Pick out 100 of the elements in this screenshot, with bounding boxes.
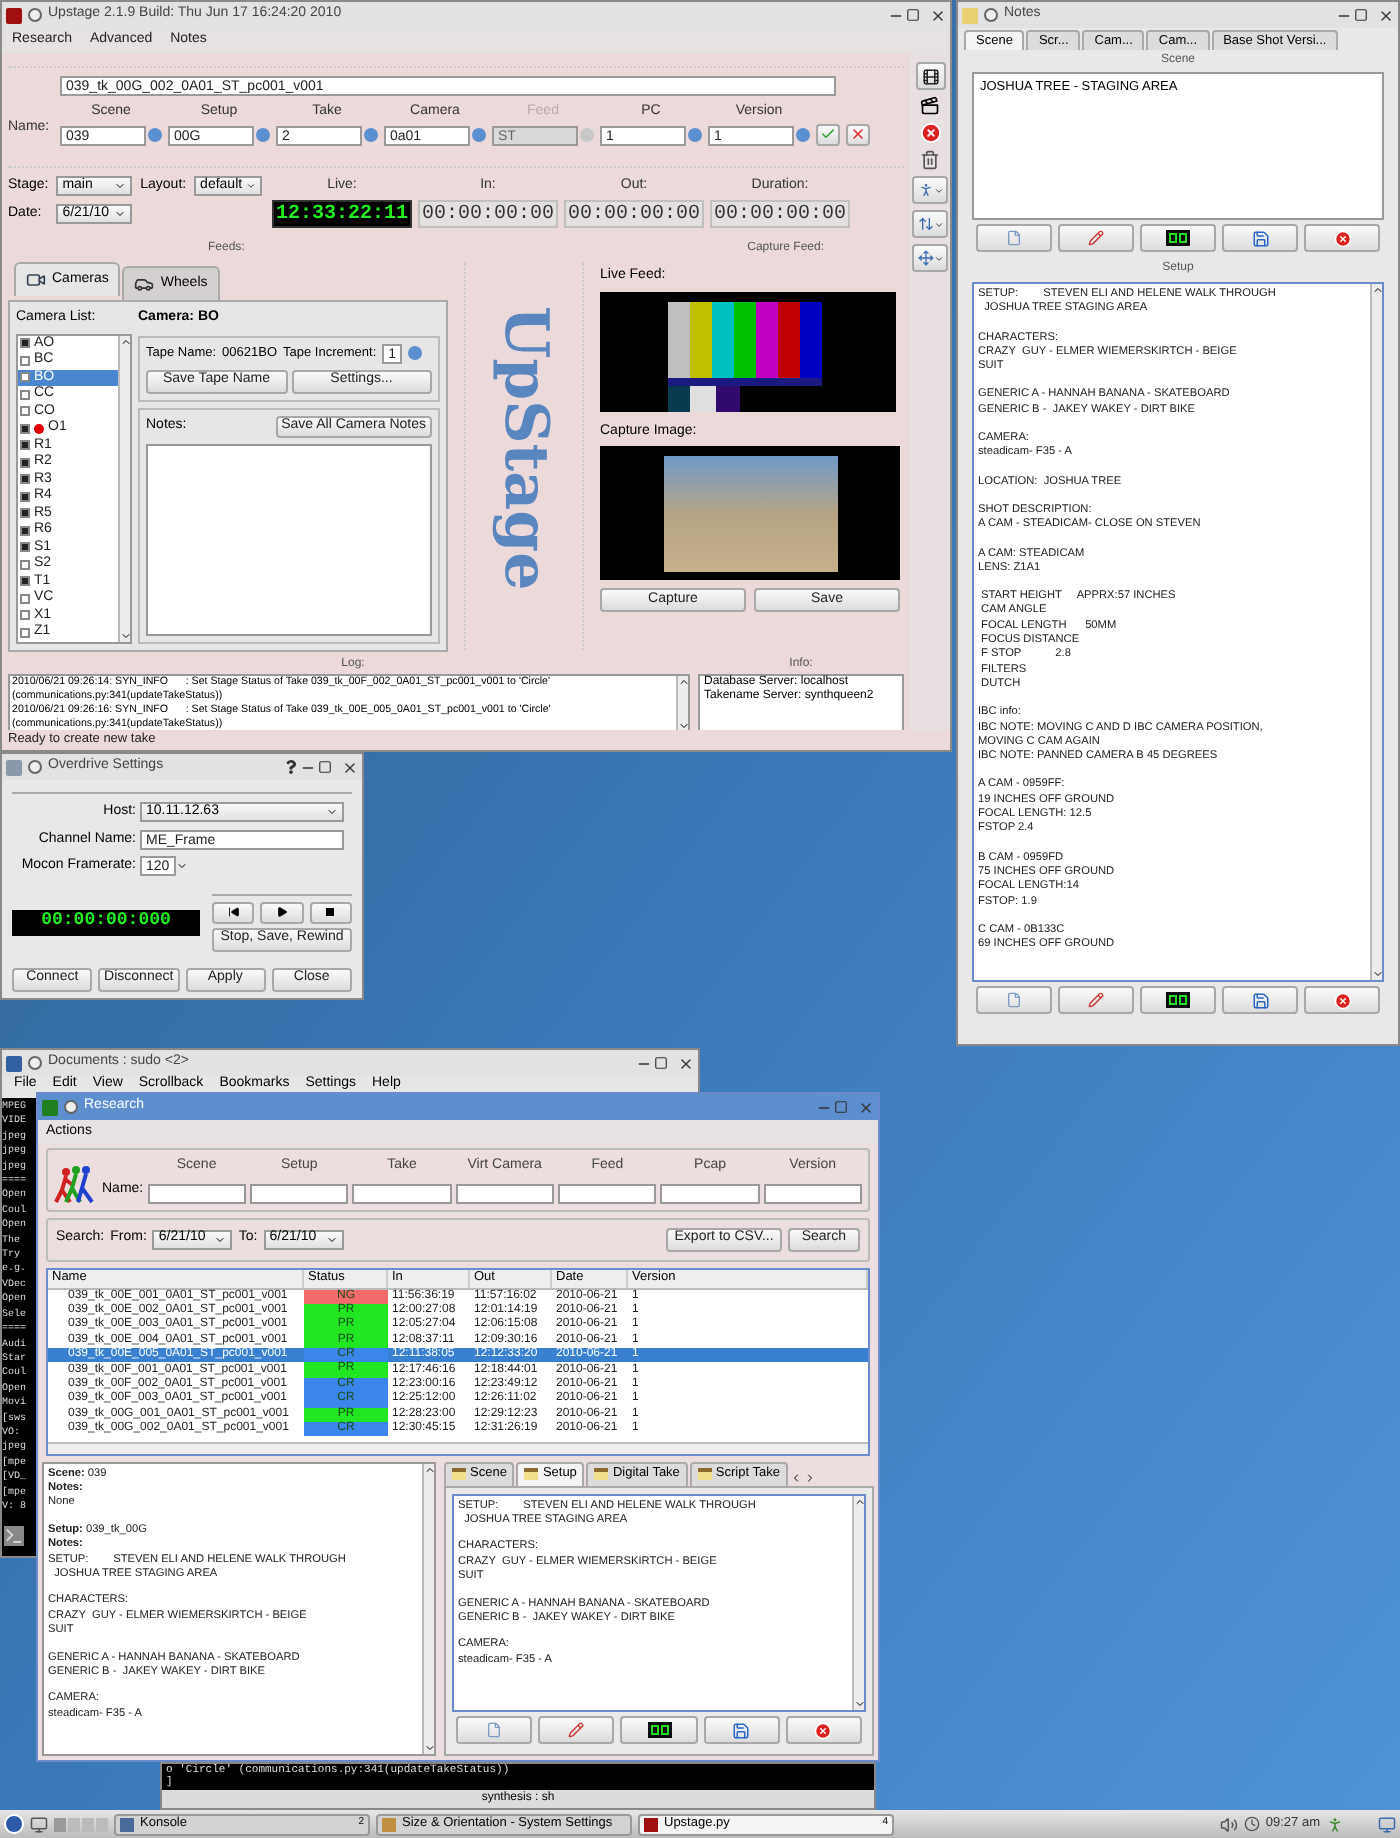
checkbox[interactable] xyxy=(20,355,30,366)
desktop-icon[interactable] xyxy=(30,1815,48,1833)
checkbox[interactable] xyxy=(20,593,30,604)
scroll-down-icon[interactable] xyxy=(678,720,690,732)
scroll-down-icon[interactable] xyxy=(120,629,132,641)
delete-icon[interactable] xyxy=(919,122,941,144)
checkbox[interactable] xyxy=(20,491,30,502)
spin-icon[interactable] xyxy=(688,128,702,142)
delete-button[interactable] xyxy=(785,1716,863,1744)
spin-icon[interactable] xyxy=(472,128,486,142)
close-icon[interactable] xyxy=(930,7,946,23)
cancel-button[interactable] xyxy=(846,123,870,145)
start-menu-icon[interactable] xyxy=(4,1814,24,1834)
help-icon[interactable] xyxy=(284,760,298,774)
confirm-button[interactable] xyxy=(816,123,840,145)
checkbox[interactable] xyxy=(20,389,30,400)
scrollbar[interactable] xyxy=(1370,284,1382,980)
volume-icon[interactable] xyxy=(1219,1815,1238,1833)
input-field[interactable] xyxy=(352,1183,452,1203)
edit-button[interactable] xyxy=(538,1716,615,1744)
spin-icon[interactable] xyxy=(796,128,810,142)
input-field[interactable] xyxy=(558,1183,657,1203)
pencil-icon xyxy=(568,1722,585,1738)
checkbox[interactable] xyxy=(20,457,30,468)
checkbox[interactable] xyxy=(20,559,30,570)
scroll-right-icon[interactable] xyxy=(803,1469,816,1485)
checkbox[interactable] xyxy=(20,610,30,621)
scroll-up-icon[interactable] xyxy=(424,1463,436,1475)
checkbox[interactable] xyxy=(20,508,30,519)
scrollbar[interactable] xyxy=(676,676,688,732)
rewind-icon xyxy=(227,906,240,918)
save-button[interactable] xyxy=(703,1716,780,1744)
checkbox[interactable] xyxy=(20,372,30,383)
checkbox[interactable] xyxy=(20,406,30,417)
caret-icon xyxy=(246,179,257,192)
terminal-icon[interactable] xyxy=(4,1526,24,1547)
scroll-up-icon[interactable] xyxy=(854,1495,866,1507)
checkbox[interactable] xyxy=(20,525,30,536)
scroll-left-icon[interactable] xyxy=(789,1469,802,1485)
tool-button[interactable] xyxy=(915,62,945,90)
delete-button[interactable] xyxy=(1304,224,1380,252)
clapper-icon[interactable] xyxy=(920,96,940,116)
spin-icon[interactable] xyxy=(256,128,270,142)
maximize-icon[interactable] xyxy=(906,8,920,22)
spin-icon[interactable] xyxy=(148,128,162,142)
scroll-down-icon[interactable] xyxy=(1372,968,1382,980)
spin-icon[interactable] xyxy=(408,346,423,360)
new-note-button[interactable] xyxy=(976,986,1052,1014)
notes-text-area[interactable] xyxy=(146,443,432,635)
scroll-up-icon[interactable] xyxy=(120,335,132,347)
trash-icon[interactable] xyxy=(920,150,940,170)
close-icon[interactable] xyxy=(678,1055,694,1071)
scroll-down-icon[interactable] xyxy=(424,1742,436,1754)
timecode-button[interactable] xyxy=(1140,986,1216,1014)
rewind-button[interactable] xyxy=(212,901,255,923)
horizontal-scrollbar[interactable] xyxy=(48,1441,868,1453)
save-button[interactable] xyxy=(1222,224,1298,252)
input-field[interactable] xyxy=(249,1183,349,1203)
play-button[interactable] xyxy=(260,901,304,923)
delete-button[interactable] xyxy=(1304,986,1380,1014)
input-field[interactable] xyxy=(763,1183,863,1203)
scrollbar[interactable] xyxy=(422,1463,434,1754)
timecode-button[interactable] xyxy=(620,1716,698,1744)
edit-button[interactable] xyxy=(1058,224,1134,252)
checkbox[interactable] xyxy=(20,474,30,485)
figure-icon[interactable] xyxy=(1326,1815,1344,1833)
close-icon[interactable] xyxy=(1378,7,1394,23)
setup-text-area[interactable] xyxy=(972,282,1384,982)
input-field[interactable] xyxy=(455,1183,554,1203)
input-field[interactable] xyxy=(660,1183,760,1203)
scrollbar[interactable] xyxy=(852,1495,864,1710)
spin-icon[interactable] xyxy=(176,860,188,873)
scroll-up-icon[interactable] xyxy=(678,676,690,688)
new-note-button[interactable] xyxy=(976,224,1052,252)
close-icon[interactable] xyxy=(342,759,358,775)
checkbox[interactable] xyxy=(20,542,30,553)
note-text-area[interactable] xyxy=(452,1493,866,1712)
checkbox[interactable] xyxy=(20,627,30,638)
checkbox[interactable] xyxy=(20,440,30,451)
maximize-icon[interactable] xyxy=(654,1056,668,1070)
stop-button[interactable] xyxy=(309,901,352,923)
new-note-button[interactable] xyxy=(456,1716,533,1744)
checkbox[interactable] xyxy=(20,423,30,434)
logo-text: UpStage xyxy=(494,306,554,591)
save-button[interactable] xyxy=(1222,986,1298,1014)
scroll-up-icon[interactable] xyxy=(1372,284,1382,296)
timecode-display-icon xyxy=(647,1722,671,1738)
scroll-down-icon[interactable] xyxy=(854,1698,866,1710)
scrollbar[interactable] xyxy=(118,335,130,641)
maximize-icon[interactable] xyxy=(1354,8,1368,22)
screen-icon[interactable] xyxy=(1378,1815,1396,1833)
input-field[interactable] xyxy=(147,1183,246,1203)
timecode-button[interactable] xyxy=(1140,224,1216,252)
maximize-icon[interactable] xyxy=(834,1100,848,1114)
checkbox[interactable] xyxy=(20,338,30,349)
maximize-icon[interactable] xyxy=(318,760,332,774)
checkbox[interactable] xyxy=(20,576,30,587)
app-icon xyxy=(6,7,22,23)
edit-button[interactable] xyxy=(1058,986,1134,1014)
spin-icon[interactable] xyxy=(364,128,378,142)
